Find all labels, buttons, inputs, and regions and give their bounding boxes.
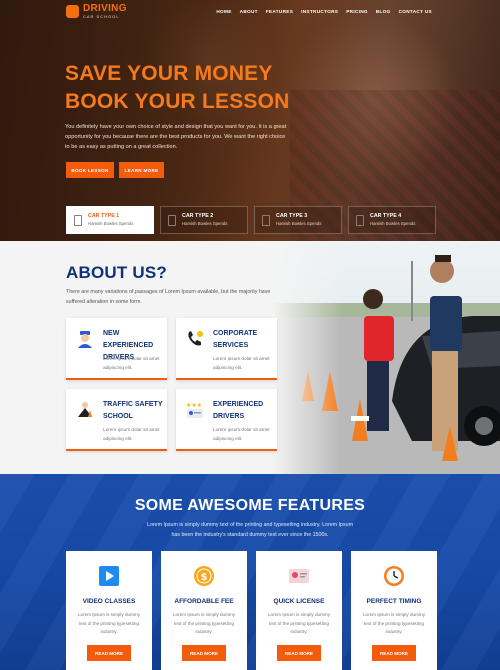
- nav-item-pricing[interactable]: PRICING: [346, 9, 368, 14]
- nav-item-about[interactable]: ABOUT: [240, 9, 258, 14]
- feature-title: PERFECT TIMING: [366, 598, 422, 605]
- car-type-tab-3[interactable]: CAR TYPE 3 Hamish Bowles Spends: [254, 206, 342, 234]
- learn-more-button[interactable]: LEARN MORE: [119, 162, 164, 178]
- dollar-coin-icon: $: [194, 566, 214, 586]
- feature-card-quick-license: QUICK LICENSE Lorem Ipsum is simply dumm…: [256, 551, 342, 670]
- car-type-title: CAR TYPE 3: [276, 213, 308, 219]
- nav-item-home[interactable]: HOME: [216, 9, 231, 14]
- svg-text:$: $: [201, 572, 208, 583]
- logo-main-text: DRIVING: [83, 3, 127, 14]
- feature-text: Lorem Ipsum is simply dummy text of the …: [172, 612, 236, 634]
- car-icon: [168, 214, 176, 226]
- card-text: Lorem ipsum dolar sit amet adipiscing el…: [213, 356, 270, 370]
- clock-icon: [384, 566, 404, 586]
- license-card-icon: [289, 569, 309, 583]
- feature-title: QUICK LICENSE: [273, 598, 325, 605]
- feature-text: Lorem Ipsum is simply dummy text of the …: [77, 612, 141, 634]
- feature-text: Lorem Ipsum is simply dummy text of the …: [267, 612, 331, 634]
- card-text: Lorem ipsum dolar sit amet adipiscing el…: [213, 427, 270, 441]
- card-title: TRAFFIC SAFETY SCHOOL: [103, 401, 163, 420]
- car-type-title: CAR TYPE 4: [370, 213, 402, 219]
- features-section: SOME AWESOME FEATURES Lorem Ipsum is sim…: [0, 474, 500, 670]
- feature-title: AFFORDABLE FEE: [174, 598, 234, 605]
- car-type-tab-4[interactable]: CAR TYPE 4 Hamish Bowles Spends: [348, 206, 436, 234]
- steering-wheel-icon: [66, 5, 79, 18]
- about-text: There are many variations of passages of…: [66, 289, 271, 305]
- nav-item-blog[interactable]: BLOG: [376, 9, 391, 14]
- logo-sub-text: CAR SCHOOL: [83, 14, 120, 19]
- read-more-button[interactable]: READ MORE: [182, 645, 226, 661]
- nav-item-contact[interactable]: CONTACT US: [399, 9, 432, 14]
- hero-overlay: [0, 0, 500, 241]
- car-icon: [262, 214, 270, 226]
- car-type-sub: Hamish Bowles Spends: [182, 221, 228, 226]
- nav-item-instructors[interactable]: INSTRUCTORS: [301, 9, 338, 14]
- hero-text: You definitely have your own choice of s…: [65, 124, 287, 150]
- car-type-title: CAR TYPE 1: [88, 213, 120, 219]
- about-card-corporate[interactable]: CORPORATE SERVICES Lorem ipsum dolar sit…: [176, 318, 277, 380]
- star-rating-icon: ★★★: [186, 402, 203, 418]
- car-type-tab-2[interactable]: CAR TYPE 2 Hamish Bowles Spends: [160, 206, 248, 234]
- photo-fade: [272, 241, 342, 474]
- about-section: ABOUT US? There are many variations of p…: [0, 241, 500, 474]
- main-nav: HOME ABOUT FEATURES INSTRUCTORS PRICING …: [216, 9, 432, 14]
- svg-text:★★★: ★★★: [186, 402, 202, 409]
- car-type-title: CAR TYPE 2: [182, 213, 214, 219]
- car-icon: [74, 214, 82, 226]
- read-more-button[interactable]: READ MORE: [372, 645, 416, 661]
- about-card-experienced[interactable]: ★★★ EXPERIENCED DRIVERS Lorem ipsum dola…: [176, 389, 277, 451]
- features-text: Lorem Ipsum is simply dummy text of the …: [147, 522, 353, 538]
- car-type-sub: Hamish Bowles Spends: [276, 221, 322, 226]
- about-card-traffic-safety[interactable]: TRAFFIC SAFETY SCHOOL Lorem ipsum dolar …: [66, 389, 167, 451]
- about-title: ABOUT US?: [66, 263, 167, 282]
- card-title: CORPORATE SERVICES: [213, 330, 258, 349]
- features-title: SOME AWESOME FEATURES: [134, 497, 366, 514]
- read-more-button[interactable]: READ MORE: [87, 645, 131, 661]
- about-card-new-drivers[interactable]: NEW EXPERIENCED DRIVERS Lorem ipsum dola…: [66, 318, 167, 380]
- phone-icon: [188, 331, 203, 346]
- feature-card-video-classes: VIDEO CLASSES Lorem Ipsum is simply dumm…: [66, 551, 152, 670]
- nav-item-features[interactable]: FEATURES: [266, 9, 293, 14]
- feature-title: VIDEO CLASSES: [82, 598, 136, 605]
- read-more-button[interactable]: READ MORE: [277, 645, 321, 661]
- car-type-tab-1[interactable]: CAR TYPE 1 Hamish Bowles Spends: [66, 206, 154, 234]
- site-logo[interactable]: DRIVING CAR SCHOOL: [66, 4, 127, 19]
- book-lesson-button[interactable]: BOOK LESSON: [66, 162, 114, 178]
- driver-icon: [78, 331, 92, 348]
- traffic-cone-icon: [78, 402, 92, 417]
- feature-card-affordable-fee: $ AFFORDABLE FEE Lorem Ipsum is simply d…: [161, 551, 247, 670]
- hero-section: DRIVING CAR SCHOOL HOME ABOUT FEATURES I…: [0, 0, 500, 241]
- about-photo: [272, 241, 500, 474]
- feature-card-perfect-timing: PERFECT TIMING Lorem Ipsum is simply dum…: [351, 551, 437, 670]
- car-icon: [356, 214, 364, 226]
- feature-text: Lorem Ipsum is simply dummy text of the …: [362, 612, 426, 634]
- card-title: EXPERIENCED DRIVERS: [213, 401, 264, 420]
- card-text: Lorem ipsum dolar sit amet adipiscing el…: [103, 356, 160, 370]
- card-text: Lorem ipsum dolar sit amet adipiscing el…: [103, 427, 160, 441]
- car-type-sub: Hamish Bowles Spends: [88, 221, 134, 226]
- video-play-icon: [99, 566, 119, 586]
- hero-title: SAVE YOUR MONEY BOOK YOUR LESSON: [65, 62, 290, 113]
- car-type-sub: Hamish Bowles Spends: [370, 221, 416, 226]
